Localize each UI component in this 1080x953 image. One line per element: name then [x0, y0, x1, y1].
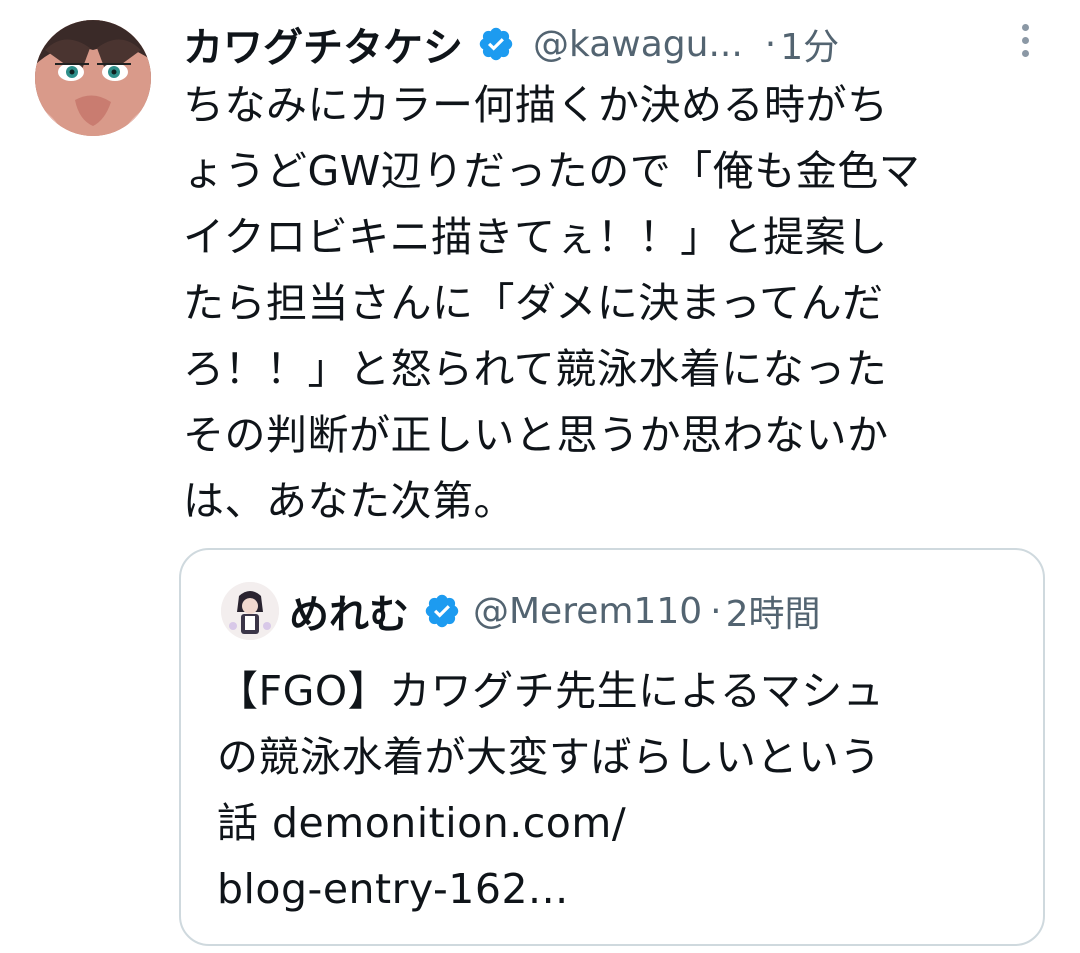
author-handle[interactable]: @kawagu... — [533, 24, 743, 65]
quote-avatar-illustration — [221, 582, 279, 640]
quoted-tweet[interactable]: めれむ @Merem110 · 2時間 【FGO】カワグチ先生によるマシュ の競… — [179, 548, 1045, 946]
separator-dot: · — [764, 23, 777, 65]
avatar-illustration — [35, 20, 151, 136]
tweet[interactable]: カワグチタケシ @kawagu... · 1分 ちなみにカラー何描くか決める時が… — [0, 0, 1080, 953]
quote-author-handle: @Merem110 — [473, 590, 703, 632]
author-name[interactable]: カワグチタケシ — [183, 15, 463, 73]
tweet-text: ちなみにカラー何描くか決める時がち ょうどGW辺りだったので「俺も金色マ イクロ… — [183, 81, 921, 525]
quote-header: めれむ @Merem110 · 2時間 — [221, 578, 1023, 644]
author-avatar[interactable] — [35, 20, 151, 136]
verified-badge-icon — [479, 27, 513, 61]
tweet-header: カワグチタケシ @kawagu... · 1分 — [183, 14, 1040, 74]
separator-dot: · — [710, 590, 722, 632]
quote-text: 【FGO】カワグチ先生によるマシュ の競泳水着が大変すばらしいという 話 dem… — [217, 667, 885, 913]
quote-author-avatar — [221, 582, 279, 640]
verified-badge-icon — [425, 594, 459, 628]
quote-author-name: めれむ — [289, 592, 409, 638]
tweet-time[interactable]: 1分 — [780, 18, 839, 70]
more-vertical-icon[interactable] — [1010, 18, 1040, 68]
quote-time: 2時間 — [725, 594, 821, 635]
